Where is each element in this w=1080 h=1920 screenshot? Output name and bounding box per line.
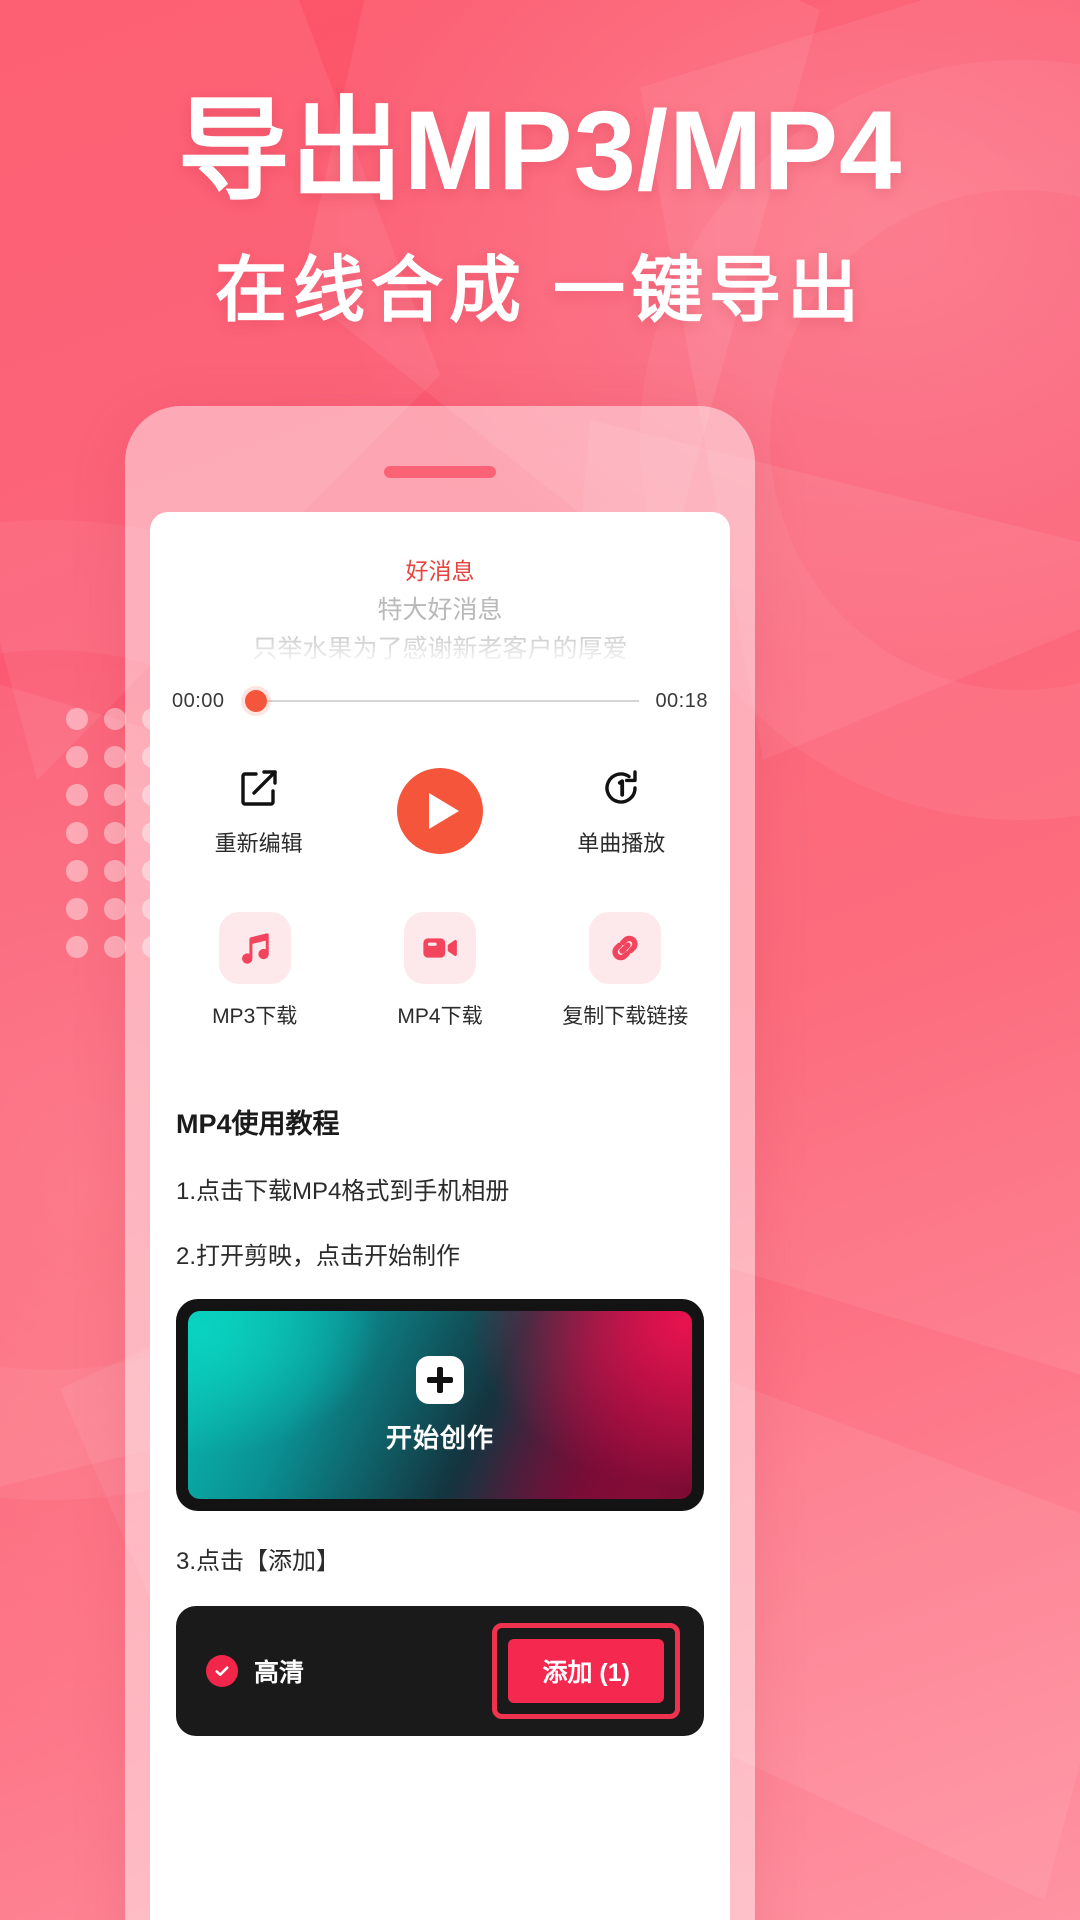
play-button[interactable] (360, 768, 520, 854)
add-button[interactable]: 添加 (1) (508, 1639, 664, 1703)
link-chain-icon (589, 912, 662, 984)
audio-progress-row: 00:00 00:18 (150, 672, 730, 716)
music-note-icon (218, 912, 291, 984)
play-icon[interactable] (396, 768, 483, 854)
tutorial-step-3: 3.点击【添加】 (176, 1548, 341, 1575)
capcut-home-screenshot: 开始创作 (176, 1299, 704, 1511)
phone-mockup: 好消息 特大好消息 只举水果为了感谢新老客户的厚爱 00:00 00:18 重新… (125, 406, 755, 1920)
copy-link-label: 复制下载链接 (562, 1005, 689, 1028)
message-line-1: 好消息 (405, 558, 475, 584)
reedit-button[interactable]: 重新编辑 (179, 764, 339, 858)
message-line-3: 只举水果为了感谢新老客户的厚爱 (252, 634, 628, 663)
progress-handle[interactable] (240, 686, 271, 716)
quality-toggle[interactable]: 高清 (206, 1653, 304, 1689)
mp4-download-button[interactable]: MP4下载 (355, 912, 525, 1030)
plus-icon[interactable] (416, 1355, 464, 1404)
mp3-download-button[interactable]: MP3下载 (170, 912, 340, 1030)
download-options-row: MP3下载 MP4下载 复制下载链接 (150, 858, 730, 1030)
progress-track[interactable] (240, 686, 640, 716)
check-circle-icon (206, 1655, 238, 1687)
message-block: 好消息 特大好消息 只举水果为了感谢新老客户的厚爱 (150, 512, 730, 672)
phone-speaker-bar (384, 466, 496, 478)
copy-link-button[interactable]: 复制下载链接 (540, 912, 710, 1030)
quality-label: 高清 (254, 1659, 305, 1687)
single-loop-label: 单曲播放 (577, 831, 666, 856)
start-creating-label: 开始创作 (385, 1422, 494, 1453)
repeat-one-icon (541, 764, 701, 812)
player-controls-row: 重新编辑 单曲播放 (150, 716, 730, 858)
phone-screen: 好消息 特大好消息 只举水果为了感谢新老客户的厚爱 00:00 00:18 重新… (150, 512, 730, 1920)
capcut-add-bar-screenshot: 高清 添加 (1) (176, 1606, 704, 1736)
current-time-label: 00:00 (172, 689, 225, 712)
total-time-label: 00:18 (655, 689, 708, 712)
tutorial-heading: MP4使用教程 (176, 1109, 340, 1139)
hero-text-block: 导出MP3/MP4 在线合成 一键导出 (0, 92, 1080, 331)
capcut-gradient-panel: 开始创作 (188, 1311, 692, 1499)
message-line-2: 特大好消息 (377, 595, 503, 624)
tutorial-step-2: 2.打开剪映，点击开始制作 (176, 1243, 461, 1270)
message-fade-container: 好消息 特大好消息 只举水果为了感谢新老客户的厚爱 (150, 554, 730, 672)
hero-title: 导出MP3/MP4 (177, 88, 903, 213)
edit-square-icon (179, 764, 339, 812)
tutorial-step-1: 1.点击下载MP4格式到手机相册 (176, 1178, 510, 1205)
hero-subtitle: 在线合成 一键导出 (214, 250, 865, 331)
progress-line (256, 700, 640, 702)
video-camera-icon (403, 912, 476, 984)
single-loop-button[interactable]: 单曲播放 (541, 764, 701, 858)
mp4-download-label: MP4下载 (397, 1005, 483, 1028)
add-button-highlight: 添加 (1) (492, 1623, 680, 1719)
mp3-download-label: MP3下载 (212, 1005, 298, 1028)
tutorial-section: MP4使用教程 1.点击下载MP4格式到手机相册 2.打开剪映，点击开始制作 开… (150, 1030, 730, 1736)
reedit-label: 重新编辑 (214, 831, 303, 856)
